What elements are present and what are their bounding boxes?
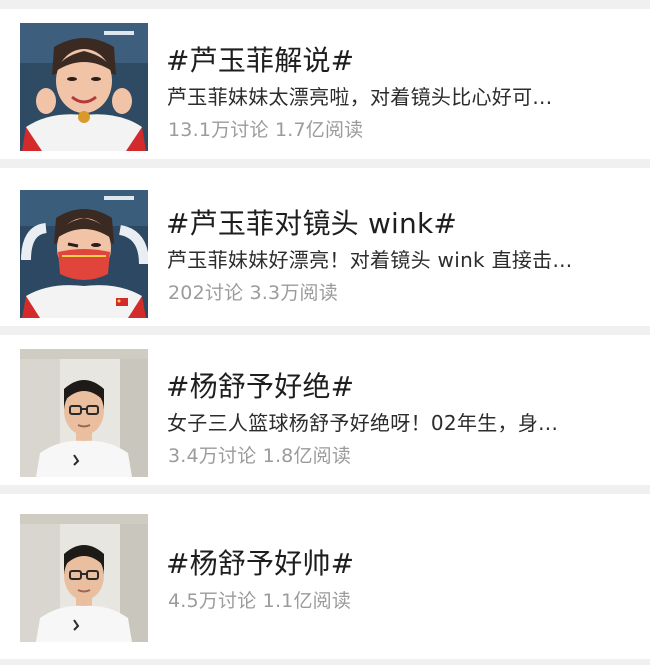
topic-stats: 3.4万讨论 1.8亿阅读 [168,445,352,467]
gymnast-photo-icon [20,23,148,151]
topic-description: 女子三人篮球杨舒予好绝呀！02年生，身... [167,411,559,435]
basketball-player-photo-icon [20,349,148,477]
topic-stats: 4.5万讨论 1.1亿阅读 [168,590,352,612]
topic-thumbnail[interactable] [20,349,148,477]
topic-thumbnail[interactable] [20,23,148,151]
separator [0,326,650,335]
topic-title[interactable]: #芦玉菲解说# [166,39,354,79]
basketball-player-photo-icon [20,514,148,642]
gymnast-masked-photo-icon [20,190,148,318]
topic-stats: 202讨论 3.3万阅读 [168,282,338,304]
topic-title[interactable]: #芦玉菲对镜头 wink# [166,202,457,242]
separator [0,159,650,168]
separator [0,659,650,665]
topic-thumbnail[interactable] [20,514,148,642]
topic-card[interactable]: #芦玉菲解说# 芦玉菲妹妹太漂亮啦，对着镜头比心好可... 13.1万讨论 1.… [0,9,650,159]
separator [0,0,650,9]
topic-description: 芦玉菲妹妹好漂亮！对着镜头 wink 直接击... [167,248,573,272]
topic-card[interactable]: #杨舒予好绝# 女子三人篮球杨舒予好绝呀！02年生，身... 3.4万讨论 1.… [0,335,650,485]
separator [0,485,650,494]
topic-card[interactable]: #芦玉菲对镜头 wink# 芦玉菲妹妹好漂亮！对着镜头 wink 直接击... … [0,168,650,318]
topic-stats: 13.1万讨论 1.7亿阅读 [168,119,364,141]
topic-card[interactable]: #杨舒予好帅# 4.5万讨论 1.1亿阅读 [0,494,650,665]
topic-title[interactable]: #杨舒予好帅# [166,542,354,582]
topic-list: #芦玉菲解说# 芦玉菲妹妹太漂亮啦，对着镜头比心好可... 13.1万讨论 1.… [0,0,650,665]
topic-title[interactable]: #杨舒予好绝# [166,365,354,405]
topic-thumbnail[interactable] [20,190,148,318]
topic-description: 芦玉菲妹妹太漂亮啦，对着镜头比心好可... [167,85,553,109]
